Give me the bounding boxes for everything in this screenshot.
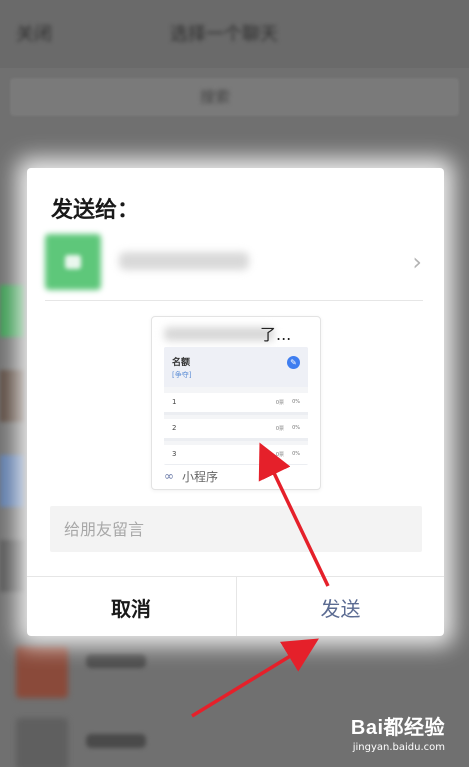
edit-icon: ✎ (287, 356, 300, 369)
dialog-button-bar: 取消 发送 (27, 576, 444, 636)
background-avatar (16, 646, 68, 698)
cancel-button[interactable]: 取消 (27, 577, 235, 636)
thumbnail-header-subtitle: [争夺] (172, 371, 192, 379)
thumbnail-header-title: 名额 (172, 358, 191, 368)
thumbnail-row-number: 3 (172, 450, 177, 458)
dialog-title: 发送给： (51, 197, 140, 222)
thumbnail-row-votes: 0票 (275, 426, 284, 432)
recipient-avatar-glyph (65, 255, 81, 269)
card-title-blurred (164, 327, 274, 341)
send-button[interactable]: 发送 (236, 577, 444, 636)
background-list-strip (0, 285, 24, 337)
thumbnail-row-percent: 0% (292, 425, 300, 431)
watermark: Bai都经验 jingyan.baidu.com (351, 711, 445, 753)
background-list-strip (0, 455, 24, 507)
thumbnail-row: 1 0票 0% (164, 393, 308, 415)
background-list-strip (0, 540, 24, 592)
card-title-suffix: 了... (260, 325, 292, 344)
background-search-bar (10, 78, 459, 116)
thumbnail-row-votes: 0票 (275, 400, 284, 406)
recipient-name-blurred (119, 252, 249, 270)
dialog-divider (45, 300, 423, 301)
message-input[interactable] (50, 506, 422, 552)
watermark-url: jingyan.baidu.com (352, 742, 445, 753)
background-title: 选择一个聊天 (170, 24, 278, 45)
background-name (86, 734, 146, 748)
share-dialog: 发送给： › 了... 名额 [争夺] ✎ 1 0票 0% 2 0票 0% 3 … (27, 168, 444, 636)
thumbnail-row-votes: 0票 (275, 452, 284, 458)
mini-program-label: 小程序 (182, 470, 219, 484)
thumbnail-row-number: 1 (172, 398, 177, 406)
background-avatar (16, 718, 68, 767)
thumbnail-header: 名额 [争夺] ✎ (164, 347, 308, 387)
thumbnail-row-percent: 0% (292, 451, 300, 457)
recipient-row[interactable]: › (27, 228, 444, 298)
background-close-button: 关闭 (16, 24, 52, 45)
chevron-right-icon[interactable]: › (412, 248, 422, 276)
mini-program-card: 了... 名额 [争夺] ✎ 1 0票 0% 2 0票 0% 3 0票 0% ∞… (151, 316, 321, 490)
watermark-logo: Bai都经验 (350, 717, 445, 739)
background-name (86, 654, 146, 668)
thumbnail-row: 3 0票 0% (164, 445, 308, 465)
thumbnail-row-percent: 0% (292, 399, 300, 405)
thumbnail-row: 2 0票 0% (164, 419, 308, 441)
thumbnail-row-number: 2 (172, 424, 177, 432)
mini-program-icon: ∞ (164, 469, 174, 483)
background-search-placeholder: 搜索 (200, 88, 231, 106)
background-list-item (0, 640, 469, 704)
background-list-strip (0, 370, 24, 422)
card-thumbnail: 名额 [争夺] ✎ 1 0票 0% 2 0票 0% 3 0票 0% (164, 347, 308, 465)
